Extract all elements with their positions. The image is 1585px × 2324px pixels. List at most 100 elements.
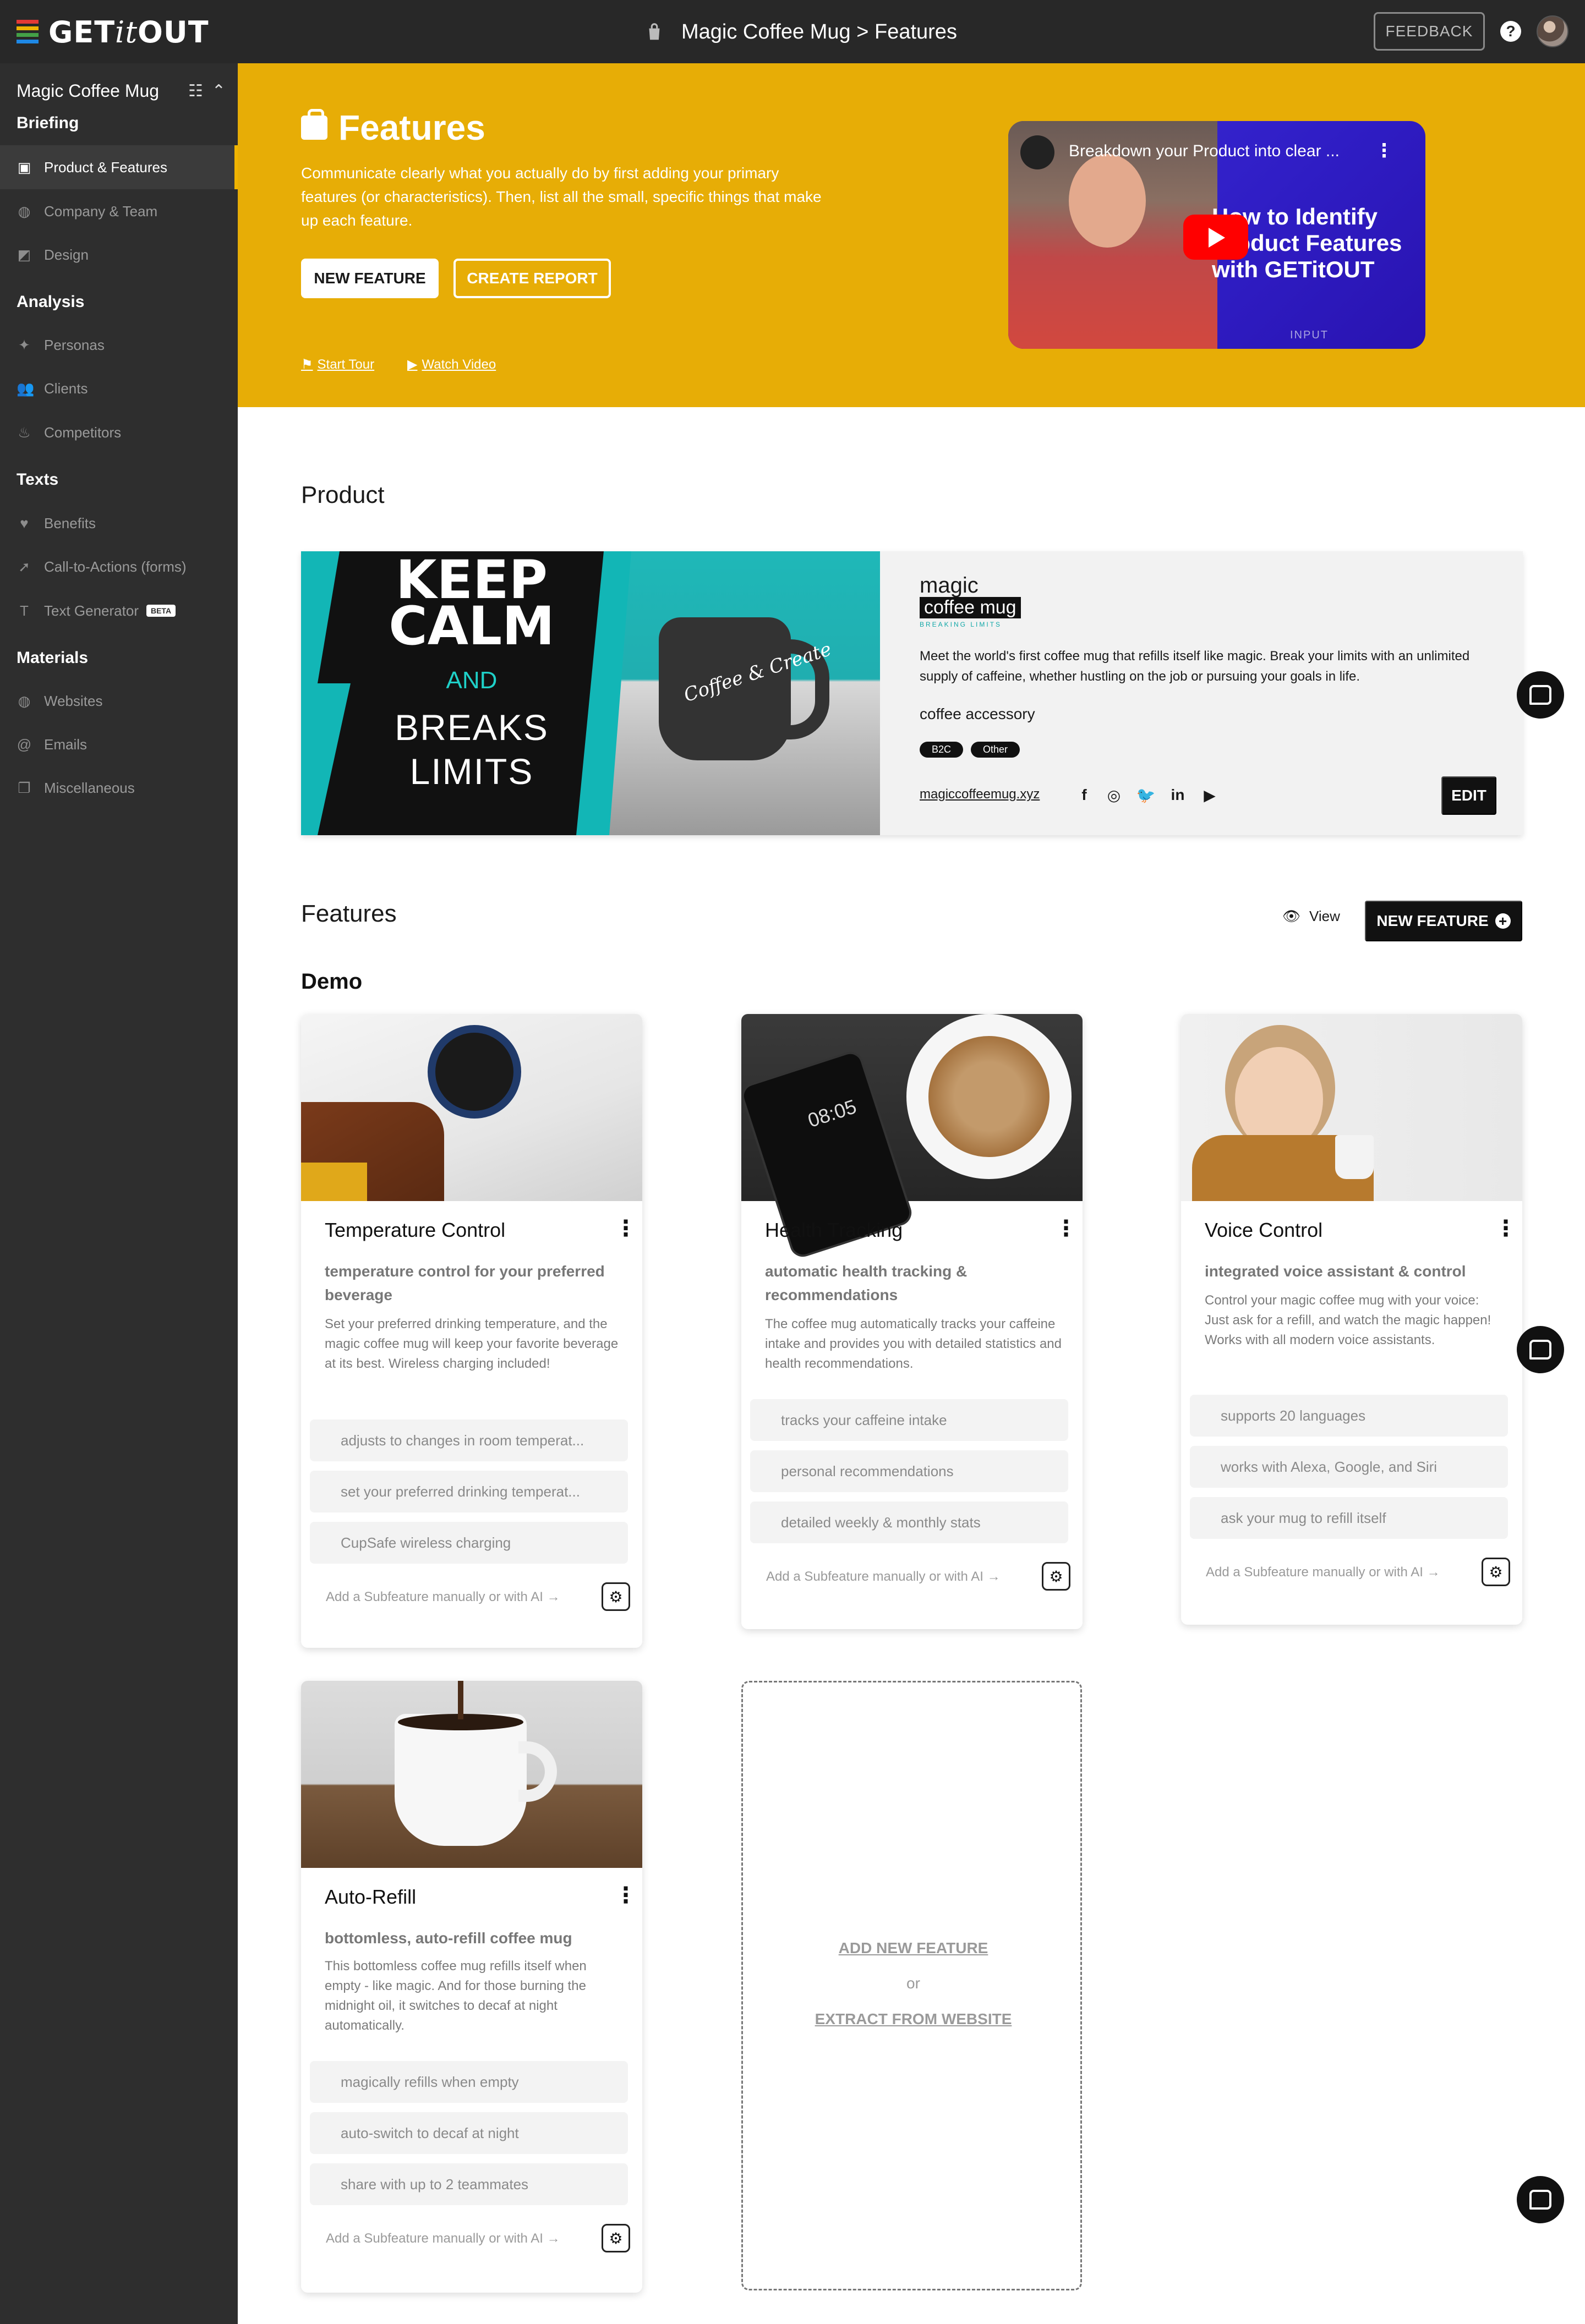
feature-title: Temperature Control	[325, 1219, 506, 1241]
add-feature-placeholder: ADD NEW FEATURE or EXTRACT FROM WEBSITE	[741, 1681, 1082, 2290]
facebook-icon[interactable]: f	[1073, 784, 1095, 806]
at-icon: @	[17, 736, 32, 753]
ai-robot-icon[interactable]: ⚙	[1482, 1558, 1510, 1586]
feature-card-voice[interactable]: Voice Control ⋮ integrated voice assista…	[1181, 1014, 1522, 1625]
sidebar-item-emails[interactable]: @ Emails	[0, 722, 238, 766]
more-menu-icon[interactable]: ⋮	[615, 1884, 637, 1906]
subfeature-item[interactable]: CupSafe wireless charging	[310, 1522, 628, 1564]
feature-card-temperature[interactable]: Temperature Control ⋮ temperature contro…	[301, 1014, 642, 1648]
sidebar-section-materials: Materials	[17, 649, 89, 667]
instagram-icon[interactable]: ◎	[1103, 784, 1125, 806]
page-breadcrumb: Magic Coffee Mug > Features	[644, 17, 957, 47]
feature-card-health[interactable]: 08:05 Health Tracking ⋮ automatic health…	[741, 1014, 1083, 1629]
new-feature-button[interactable]: NEW FEATURE	[301, 259, 439, 298]
feedback-button[interactable]: FEEDBACK	[1374, 12, 1485, 51]
feature-group-title: Demo	[301, 969, 363, 994]
sidebar-item-benefits[interactable]: ♥ Benefits	[0, 501, 238, 545]
more-menu-icon[interactable]: ⋮	[615, 1218, 637, 1240]
page-title: Features	[301, 107, 485, 148]
twitter-icon[interactable]: 🐦	[1135, 784, 1157, 806]
person-icon: ✦	[18, 336, 30, 353]
add-subfeature-link[interactable]: Add a Subfeature manually or with AI →	[1206, 1565, 1440, 1580]
feature-subtitle: automatic health tracking & recommendati…	[765, 1263, 968, 1303]
sidebar-item-personas[interactable]: ✦ Personas	[0, 323, 238, 367]
hero-banner: Features Communicate clearly what you ac…	[238, 63, 1585, 407]
sidebar-item-design[interactable]: ◩ Design	[0, 233, 238, 277]
add-feature-button[interactable]: NEW FEATURE +	[1365, 901, 1522, 941]
video-title: Breakdown your Product into clear ...	[1069, 142, 1340, 160]
create-report-button[interactable]: CREATE REPORT	[453, 259, 611, 298]
chevron-up-icon[interactable]: ⌃	[212, 81, 226, 101]
linkedin-icon[interactable]: in	[1167, 784, 1189, 806]
chat-icon[interactable]	[1517, 2176, 1564, 2223]
sidebar-item-product-features[interactable]: ▣ Product & Features	[0, 145, 238, 189]
ai-robot-icon[interactable]: ⚙	[602, 2224, 630, 2252]
sidebar-item-company-team[interactable]: ◍ Company & Team	[0, 189, 238, 233]
sidebar-item-call-to-actions[interactable]: ➚ Call-to-Actions (forms)	[0, 545, 238, 589]
project-selector[interactable]: Magic Coffee Mug ☷ ⌃	[17, 74, 226, 107]
subfeature-item[interactable]: share with up to 2 teammates	[310, 2163, 628, 2205]
bag-icon	[301, 109, 327, 140]
sidebar-item-text-generator[interactable]: T Text Generator BETA	[0, 589, 238, 633]
sidebar-item-competitors[interactable]: ♨ Competitors	[0, 410, 238, 454]
product-description: Meet the world's first coffee mug that r…	[920, 649, 1470, 684]
project-name: Magic Coffee Mug	[17, 80, 160, 101]
extract-from-website-link[interactable]: EXTRACT FROM WEBSITE	[743, 2010, 1084, 2028]
watch-video-link[interactable]: ▶ Watch Video	[407, 357, 496, 372]
edit-product-button[interactable]: EDIT	[1441, 776, 1496, 815]
breadcrumb-text: Magic Coffee Mug > Features	[681, 20, 957, 43]
website-link[interactable]: magiccoffeemug.xyz	[920, 787, 1040, 802]
channel-logo	[1020, 135, 1054, 169]
youtube-icon[interactable]: ▶	[1199, 784, 1221, 806]
bag-icon	[649, 23, 660, 40]
product-image: KEEP CALM AND BREAKS LIMITS Coffee & Creat…	[301, 551, 880, 835]
feature-card-auto-refill[interactable]: Auto-Refill ⋮ bottomless, auto-refill co…	[301, 1681, 642, 2293]
subfeature-item[interactable]: auto-switch to decaf at night	[310, 2112, 628, 2154]
feature-description: Set your preferred drinking temperature,…	[325, 1317, 619, 1371]
tutorial-video[interactable]: Breakdown your Product into clear ... ⋮ …	[1008, 121, 1425, 349]
more-menu-icon[interactable]: ⋮	[1495, 1218, 1517, 1240]
sidebar-item-miscellaneous[interactable]: ❐ Miscellaneous	[0, 766, 238, 810]
subfeature-item[interactable]: ask your mug to refill itself	[1190, 1497, 1508, 1539]
sidebar: Magic Coffee Mug ☷ ⌃ Briefing ▣ Product &…	[0, 63, 238, 2324]
subfeature-item[interactable]: personal recommendations	[750, 1450, 1068, 1492]
copy-icon: ❐	[18, 779, 31, 796]
cursor-icon: ➚	[18, 558, 30, 575]
more-menu-icon[interactable]: ⋮	[1055, 1218, 1077, 1240]
video-more-icon[interactable]: ⋮	[1375, 140, 1393, 162]
app-logo[interactable]: GETitOUT	[17, 15, 209, 50]
sidebar-item-websites[interactable]: ◍ Websites	[0, 679, 238, 723]
subfeature-item[interactable]: magically refills when empty	[310, 2061, 628, 2103]
product-tags: B2C Other	[920, 742, 1020, 758]
tag-other: Other	[971, 742, 1020, 758]
feature-image	[301, 1681, 642, 1868]
play-icon[interactable]	[1183, 215, 1248, 260]
chat-icon[interactable]	[1517, 1326, 1564, 1373]
subfeature-item[interactable]: works with Alexa, Google, and Siri	[1190, 1446, 1508, 1488]
view-toggle[interactable]: 👁 View	[1282, 908, 1340, 925]
feature-description: The coffee mug automatically tracks your…	[765, 1317, 1062, 1371]
feature-image: 08:05	[741, 1014, 1083, 1260]
start-tour-link[interactable]: ⚑ Start Tour	[301, 357, 374, 372]
add-subfeature-link[interactable]: Add a Subfeature manually or with AI →	[326, 1589, 560, 1605]
add-subfeature-link[interactable]: Add a Subfeature manually or with AI →	[766, 1569, 1001, 1585]
add-new-feature-link[interactable]: ADD NEW FEATURE	[743, 1939, 1084, 1957]
feature-title: Health Tracking	[765, 1219, 903, 1241]
chat-icon[interactable]	[1517, 671, 1564, 719]
user-avatar[interactable]	[1537, 15, 1568, 47]
subfeature-item[interactable]: adjusts to changes in room temperat...	[310, 1419, 628, 1461]
subfeature-item[interactable]: tracks your caffeine intake	[750, 1399, 1068, 1441]
ai-robot-icon[interactable]: ⚙	[602, 1582, 630, 1611]
sidebar-item-clients[interactable]: 👥 Clients	[0, 366, 238, 410]
add-subfeature-link[interactable]: Add a Subfeature manually or with AI →	[326, 2231, 560, 2246]
subfeature-item[interactable]: set your preferred drinking temperat...	[310, 1471, 628, 1512]
feature-subtitle: bottomless, auto-refill coffee mug	[325, 1930, 572, 1947]
feature-title: Auto-Refill	[325, 1885, 417, 1908]
subfeature-item[interactable]: detailed weekly & monthly stats	[750, 1501, 1068, 1543]
ai-robot-icon[interactable]: ⚙	[1042, 1562, 1070, 1591]
filter-settings-icon[interactable]: ☷	[188, 81, 203, 101]
top-bar: GETitOUT Magic Coffee Mug > Features FEE…	[0, 0, 1585, 63]
help-icon[interactable]: ?	[1500, 21, 1521, 42]
beta-badge: BETA	[146, 605, 176, 617]
subfeature-item[interactable]: supports 20 languages	[1190, 1395, 1508, 1437]
